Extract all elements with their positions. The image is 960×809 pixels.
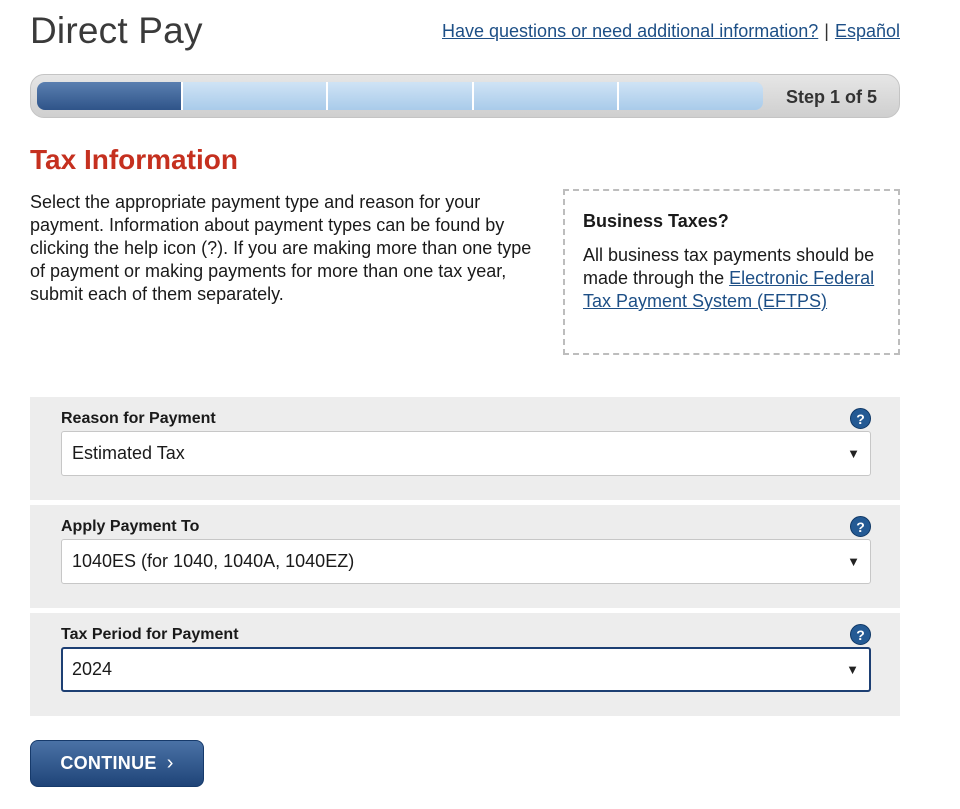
apply-to-label: Apply Payment To bbox=[61, 518, 200, 535]
business-taxes-text: All business tax payments should be made… bbox=[583, 244, 880, 313]
app-title: Direct Pay bbox=[30, 10, 203, 51]
apply-to-select-value: 1040ES (for 1040, 1040A, 1040EZ) bbox=[72, 551, 355, 571]
chevron-down-icon: ▼ bbox=[846, 662, 859, 677]
progress-segment-1 bbox=[37, 82, 183, 110]
progress-segment-5 bbox=[619, 82, 763, 110]
header-links: Have questions or need additional inform… bbox=[442, 21, 900, 42]
reason-panel: Reason for Payment ? Estimated Tax ▼ bbox=[30, 397, 900, 500]
tax-period-help-icon[interactable]: ? bbox=[850, 624, 871, 645]
reason-label: Reason for Payment bbox=[61, 410, 216, 427]
tax-period-select-value: 2024 bbox=[72, 659, 113, 679]
chevron-down-icon: ▼ bbox=[847, 446, 860, 461]
reason-help-icon[interactable]: ? bbox=[850, 408, 871, 429]
progress-track bbox=[37, 82, 763, 110]
apply-to-help-icon[interactable]: ? bbox=[850, 516, 871, 537]
continue-button[interactable]: CONTINUE › bbox=[30, 740, 204, 787]
apply-to-select[interactable]: 1040ES (for 1040, 1040A, 1040EZ) ▼ bbox=[61, 539, 871, 584]
step-label: Step 1 of 5 bbox=[785, 87, 877, 107]
progress-segment-3 bbox=[328, 82, 474, 110]
reason-select-value: Estimated Tax bbox=[72, 443, 185, 463]
progress-bar: Step 1 of 5 bbox=[30, 74, 900, 118]
progress-segment-4 bbox=[473, 82, 620, 110]
chevron-down-icon: ▼ bbox=[847, 554, 860, 569]
help-link[interactable]: Have questions or need additional inform… bbox=[442, 21, 818, 41]
tax-period-label: Tax Period for Payment bbox=[61, 626, 239, 643]
link-separator: | bbox=[824, 21, 829, 41]
chevron-right-icon: › bbox=[166, 752, 174, 774]
business-taxes-title: Business Taxes? bbox=[583, 211, 729, 231]
tax-period-panel: Tax Period for Payment ? 2024 ▼ bbox=[30, 613, 900, 716]
section-title: Tax Information bbox=[30, 144, 238, 175]
business-taxes-box: Business Taxes? All business tax payment… bbox=[563, 189, 900, 355]
intro-text: Select the appropriate payment type and … bbox=[30, 192, 532, 304]
apply-to-panel: Apply Payment To ? 1040ES (for 1040, 104… bbox=[30, 505, 900, 608]
tax-period-select[interactable]: 2024 ▼ bbox=[61, 647, 871, 692]
espanol-link[interactable]: Español bbox=[835, 21, 900, 41]
reason-select[interactable]: Estimated Tax ▼ bbox=[61, 431, 871, 476]
continue-button-label: CONTINUE bbox=[60, 753, 157, 773]
progress-segment-2 bbox=[182, 82, 329, 110]
